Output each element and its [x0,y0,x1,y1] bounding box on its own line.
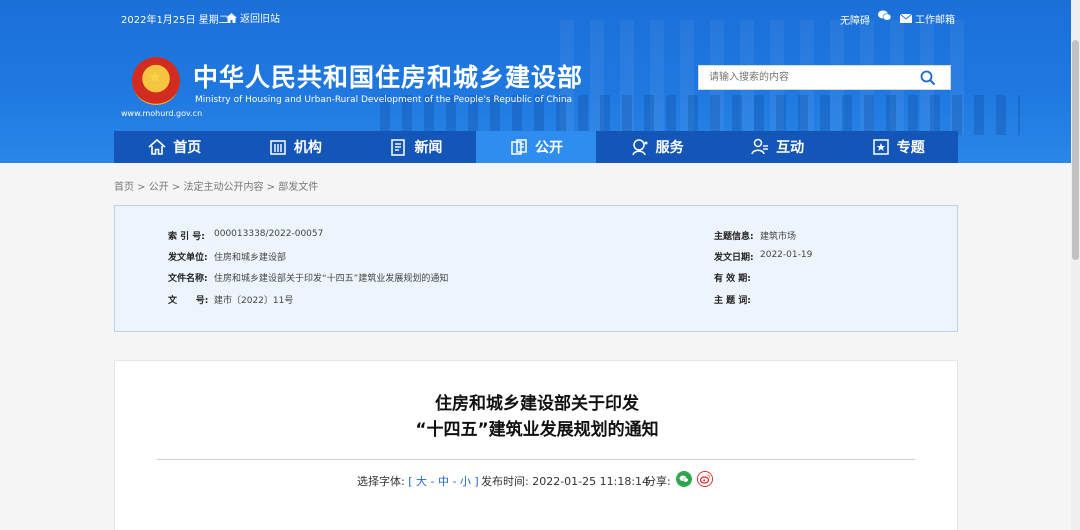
breadcrumb[interactable]: 首页 > 公开 > 法定主动公开内容 > 部发文件 [114,178,318,193]
old-site-label: 返回旧站 [240,14,280,25]
nav-item-service[interactable]: 服务 [596,131,717,163]
info-value: 2022-01-19 [760,250,813,260]
info-label: 文件名称: [168,274,208,284]
info-docno: 文 号: 建市〔2022〕11号 [168,293,293,306]
font-size-options[interactable]: [ 大 - 中 - 小 ] [408,475,479,488]
info-value: 000013338/2022-00057 [214,229,324,239]
site-url: www.mohurd.gov.cn [121,109,203,118]
info-keyword: 主 题 词: [714,293,760,306]
nav-item-open[interactable]: 公开 [475,131,597,163]
site-title[interactable]: 中华人民共和国住房和城乡建设部 [193,58,583,94]
info-label: 主题信息: [714,232,754,242]
nav-label: 专题 [896,140,925,156]
building-icon [270,140,286,155]
info-label: 有 效 期: [714,274,751,284]
info-label: 发文单位: [168,253,208,263]
star-icon: ★ [148,67,163,86]
nav-label: 机构 [293,140,322,156]
article-panel: 住房和城乡建设部关于印发 “十四五”建筑业发展规划的通知 选择字体: [ 大 -… [114,360,958,530]
article-title-line2: “十四五”建筑业发展规划的通知 [415,420,659,440]
search-icon[interactable] [920,70,936,86]
wechat-icon[interactable] [878,10,892,24]
info-value: 建市〔2022〕11号 [214,296,294,306]
publish-label: 发布时间: [481,475,529,488]
main-nav: 首页 机构 新闻 公开 服务 互动 专题 [114,131,958,163]
info-label: 发文日期: [714,253,754,263]
title-divider [157,459,915,460]
share-label: 分享: [645,475,671,488]
home-icon [148,138,166,155]
search-box [698,65,951,90]
nav-item-organization[interactable]: 机构 [235,131,356,163]
page-scrollbar[interactable] [1071,0,1080,530]
nav-label: 互动 [776,140,805,156]
info-validity: 有 效 期: [714,271,760,284]
article-title-line1: 住房和城乡建设部关于印发 [435,394,639,414]
work-mail-label: 工作邮箱 [915,15,955,26]
info-label: 主 题 词: [714,296,751,306]
info-index: 索 引 号: 000013338/2022-00057 [168,229,323,242]
search-input[interactable] [699,66,909,89]
info-label: 索 引 号: [168,232,205,242]
info-value: 建筑市场 [760,232,797,242]
document-info-box: 索 引 号: 000013338/2022-00057 发文单位: 住房和城乡建… [114,205,958,332]
service-icon [631,139,648,156]
info-topic: 主题信息: 建筑市场 [714,229,796,242]
nav-label: 公开 [535,140,564,156]
info-filename: 文件名称: 住房和城乡建设部关于印发“十四五”建筑业发展规划的通知 [168,271,448,284]
info-value: 住房和城乡建设部 [214,253,287,263]
info-date: 发文日期: 2022-01-19 [714,250,812,263]
site-header: 2022年1月25日 星期二 返回旧站 无障碍 工作邮箱 ★ www.mohur… [0,0,1080,163]
nav-label: 首页 [173,140,202,156]
publish-info: 发布时间: 2022-01-25 11:18:14 [481,473,649,489]
old-site-link[interactable]: 返回旧站 [226,10,280,25]
info-issuer: 发文单位: 住房和城乡建设部 [168,250,286,263]
mail-icon [900,14,912,23]
news-icon [391,139,406,156]
national-emblem-logo[interactable]: ★ [132,57,180,105]
open-icon [511,139,527,155]
nav-label: 新闻 [414,140,443,156]
nav-item-topic[interactable]: 专题 [837,131,958,163]
work-mail-link[interactable]: 工作邮箱 [900,11,955,26]
font-size-selector: 选择字体: [ 大 - 中 - 小 ] [357,473,479,489]
nav-item-news[interactable]: 新闻 [355,131,476,163]
info-value: 住房和城乡建设部关于印发“十四五”建筑业发展规划的通知 [214,274,449,284]
accessibility-link[interactable]: 无障碍 [840,12,870,27]
nav-item-interact[interactable]: 互动 [717,131,838,163]
top-bar: 2022年1月25日 星期二 返回旧站 无障碍 工作邮箱 [0,0,1080,34]
wechat-share-icon[interactable] [676,471,692,487]
home-small-icon [226,12,237,23]
font-size-label: 选择字体: [357,475,405,488]
site-subtitle: Ministry of Housing and Urban-Rural Deve… [195,95,573,105]
nav-label: 服务 [655,140,684,156]
publish-time: 2022-01-25 11:18:14 [532,475,650,488]
current-date: 2022年1月25日 星期二 [121,15,229,26]
weibo-share-icon[interactable] [697,471,713,487]
topic-icon [873,139,889,155]
scrollbar-thumb[interactable] [1072,40,1079,260]
nav-item-home[interactable]: 首页 [114,131,235,163]
info-label: 文 号: [168,296,209,306]
interact-icon [751,138,769,155]
